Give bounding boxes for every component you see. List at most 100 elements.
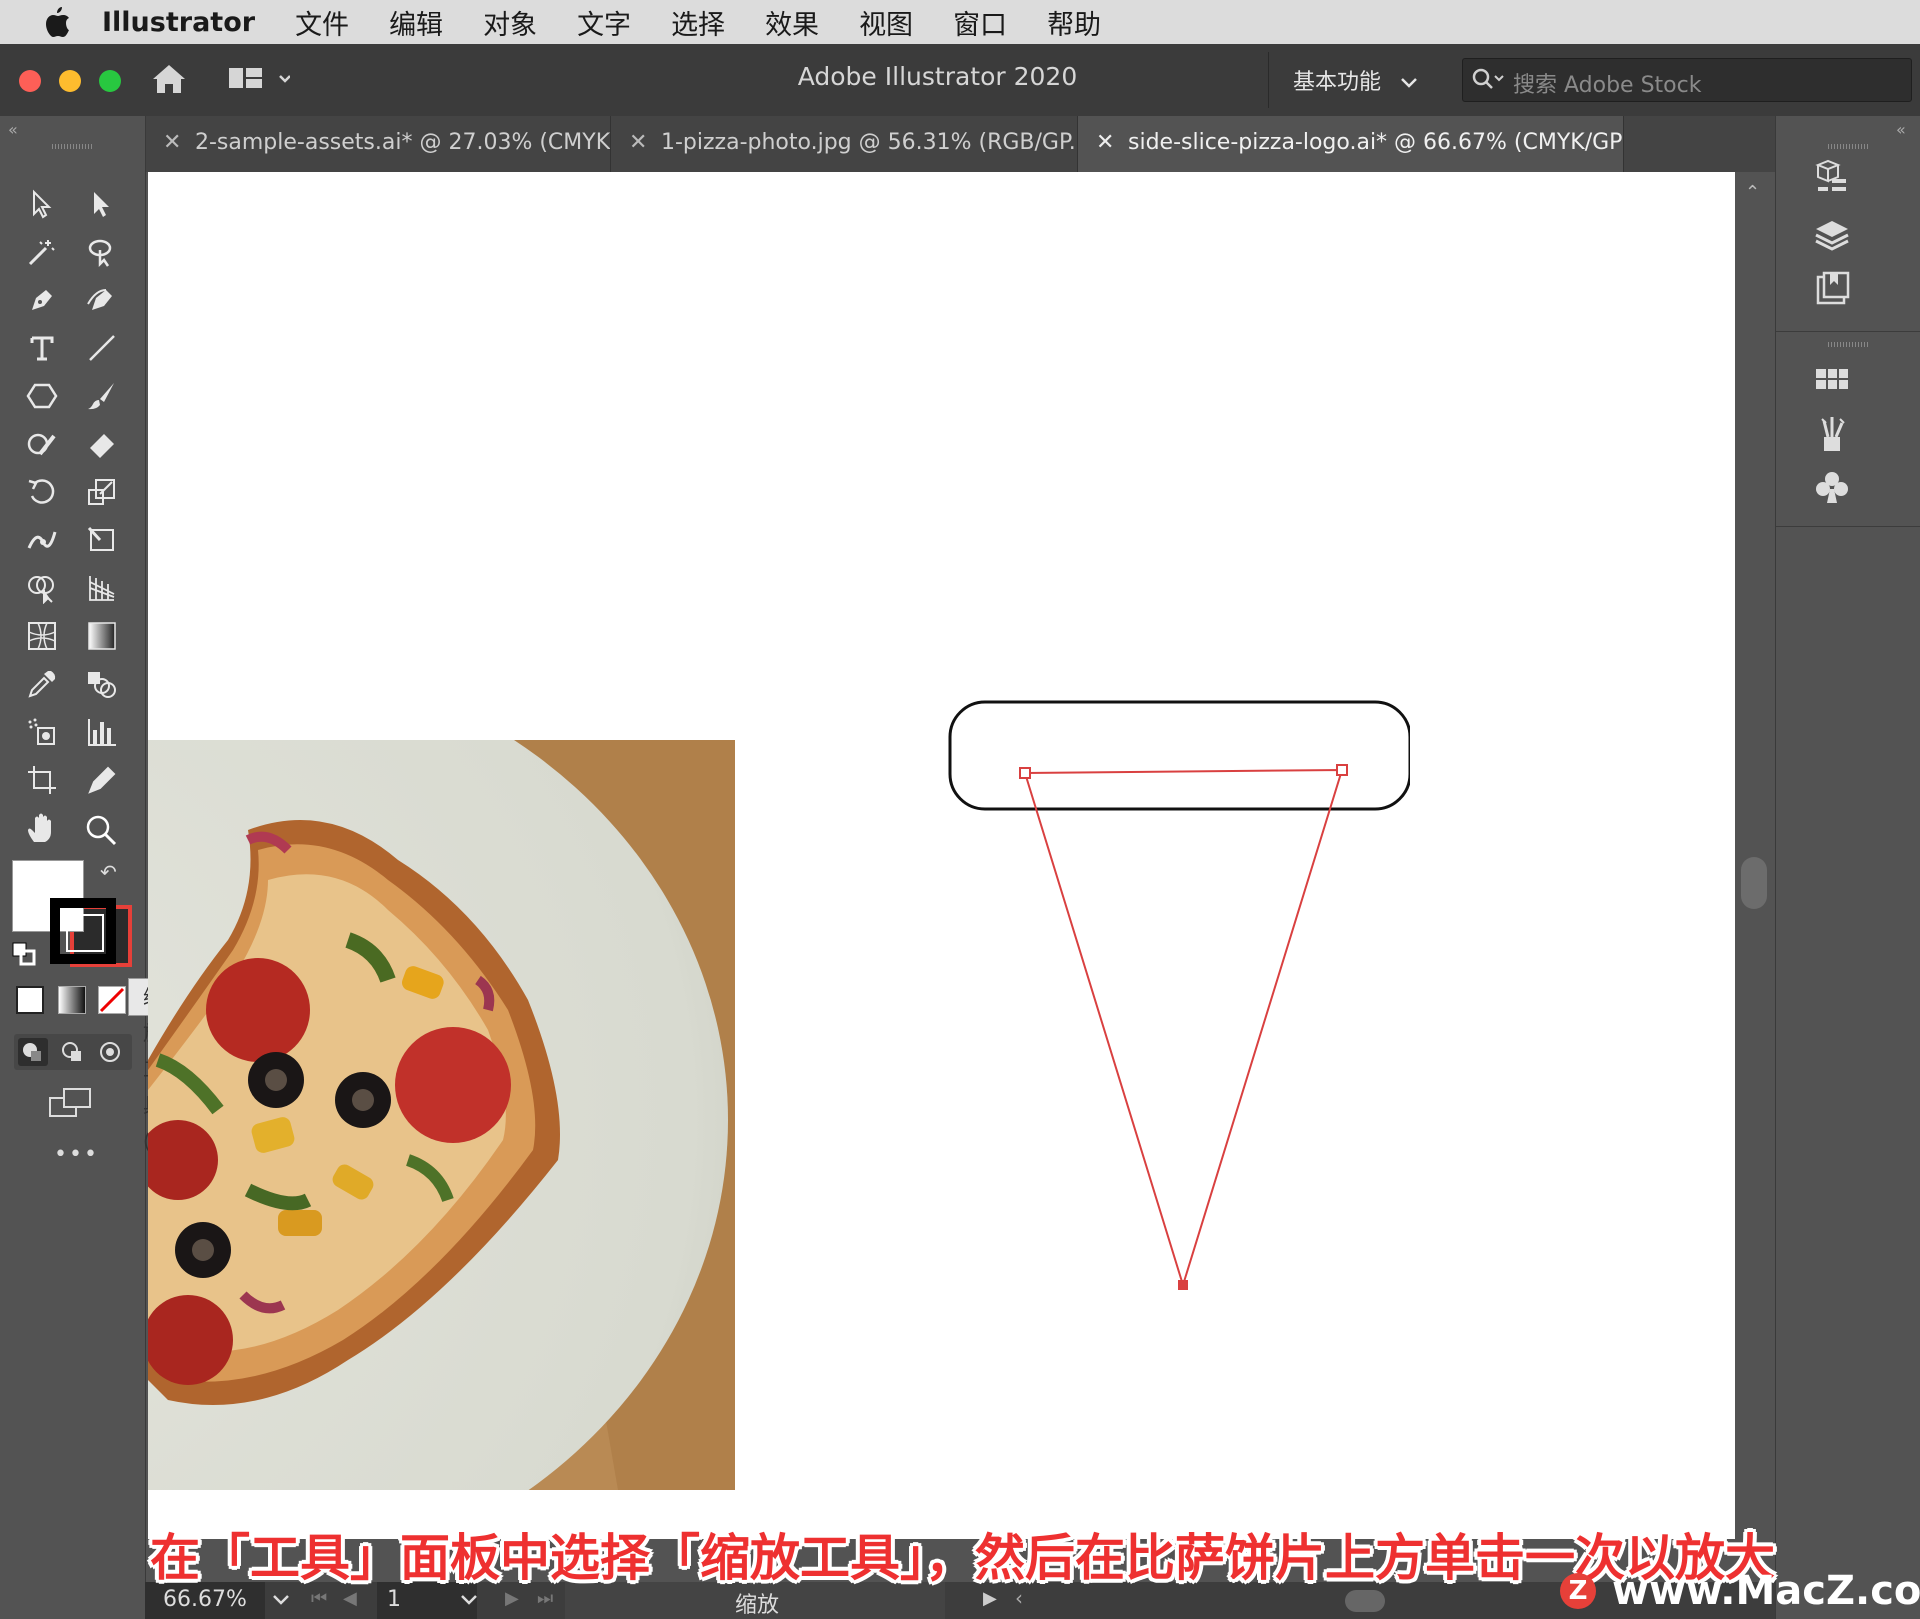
tab-label: side-slice-pizza-logo.ai* @ 66.67% (CMYK… [1128,130,1623,155]
pizza-photo[interactable] [148,740,735,1490]
vertical-scrollbar[interactable]: ⌃ [1735,172,1775,1539]
direct-selection-tool-icon[interactable] [80,182,124,226]
close-tab-icon[interactable]: ✕ [629,116,647,170]
menu-view[interactable]: 视图 [859,3,913,42]
tab-sample-assets[interactable]: ✕ 2-sample-assets.ai* @ 27.03% (CMYK... [145,116,611,172]
arrange-documents-icon[interactable] [228,64,291,98]
zoom-dropdown-icon[interactable] [269,1587,293,1617]
last-artboard-icon[interactable]: ⏭ [537,1588,553,1609]
line-segment-tool-icon[interactable] [80,326,124,370]
close-tab-icon[interactable]: ✕ [163,116,181,170]
gradient-mode-icon[interactable] [58,986,86,1014]
status-menu-icon[interactable]: ▶ [983,1588,997,1609]
panel-grip[interactable] [52,144,92,149]
first-artboard-icon[interactable]: ⏮ [311,1588,327,1609]
pen-tool-icon[interactable] [20,278,64,322]
type-tool-icon[interactable] [20,326,64,370]
menu-effect[interactable]: 效果 [765,3,819,42]
lasso-tool-icon[interactable] [80,230,124,274]
width-tool-icon[interactable] [20,518,64,562]
menu-select[interactable]: 选择 [671,3,725,42]
symbol-sprayer-tool-icon[interactable] [20,710,64,754]
minimize-window-button[interactable] [59,70,81,92]
zoom-value: 66.67% [163,1587,247,1612]
menu-help[interactable]: 帮助 [1047,3,1101,42]
perspective-grid-tool-icon[interactable] [80,566,124,610]
rotate-tool-icon[interactable] [20,470,64,514]
slice-triangle-path [1023,768,1344,1289]
anchor-point [1336,764,1348,776]
panel-grip[interactable] [1828,144,1868,149]
stroke-swatch[interactable] [50,898,116,964]
artboard-dropdown-icon[interactable] [457,1587,481,1617]
workspace-switcher[interactable]: 基本功能 [1293,64,1418,96]
tab-pizza-logo[interactable]: ✕ side-slice-pizza-logo.ai* @ 66.67% (CMY… [1078,116,1624,172]
draw-inside-icon[interactable] [96,1038,126,1070]
artboard-tool-icon[interactable] [20,758,64,802]
shaper-tool-icon[interactable] [20,422,64,466]
blend-tool-icon[interactable] [80,662,124,706]
swap-fill-stroke-icon[interactable]: ↶ [100,860,117,884]
polygon-tool-icon[interactable] [20,374,64,418]
scroll-up-icon[interactable]: ⌃ [1745,182,1760,203]
edit-toolbar-button[interactable]: ••• [54,1142,99,1167]
tab-pizza-photo[interactable]: ✕ 1-pizza-photo.jpg @ 56.31% (RGB/GP... [611,116,1078,172]
eyedropper-tool-icon[interactable] [20,662,64,706]
menu-edit[interactable]: 编辑 [389,3,443,42]
horizontal-scroll-thumb[interactable] [1345,1590,1385,1612]
stock-search-input[interactable]: 搜索 Adobe Stock [1462,58,1912,102]
swatches-icon[interactable] [1809,356,1855,402]
default-fill-stroke-icon[interactable] [12,942,36,970]
menu-window[interactable]: 窗口 [953,3,1007,42]
app-menu[interactable]: Illustrator [102,7,255,38]
gradient-tool-icon[interactable] [80,614,124,658]
chevron-down-icon [1400,70,1418,95]
artboard-number: 1 [387,1587,401,1612]
menu-file[interactable]: 文件 [295,3,349,42]
column-graph-tool-icon[interactable] [80,710,124,754]
previous-artboard-icon[interactable]: ◀ [343,1588,357,1609]
title-bar: Adobe Illustrator 2020 基本功能 搜索 Adobe Sto… [0,44,1920,117]
brushes-icon[interactable] [1809,410,1855,456]
zoom-window-button[interactable] [99,70,121,92]
layers-icon[interactable] [1809,212,1855,258]
pizza-slice-logo[interactable] [940,695,1412,1299]
current-tool-label: 缩放 [735,1593,780,1618]
draw-normal-icon[interactable] [18,1038,48,1066]
divider [1776,331,1920,332]
slice-tool-icon[interactable] [80,758,124,802]
scroll-thumb[interactable] [1741,857,1767,909]
next-artboard-icon[interactable]: ▶ [505,1588,519,1609]
tab-label: 1-pizza-photo.jpg @ 56.31% (RGB/GP... [661,130,1078,155]
shape-builder-tool-icon[interactable] [20,566,64,610]
none-mode-icon[interactable] [98,986,126,1014]
collapse-panel-icon[interactable]: « [8,120,18,139]
hand-tool-icon[interactable] [20,806,64,850]
apple-icon[interactable] [42,5,72,39]
draw-behind-icon[interactable] [58,1038,88,1070]
magic-wand-tool-icon[interactable] [20,230,64,274]
color-mode-icon[interactable] [16,986,44,1014]
symbols-icon[interactable] [1809,464,1855,510]
anchor-point [1019,767,1031,779]
menu-type[interactable]: 文字 [577,3,631,42]
selection-tool-icon[interactable] [20,182,64,226]
search-placeholder: 搜索 Adobe Stock [1513,73,1702,98]
zoom-tool-icon[interactable] [79,808,123,852]
collapse-panel-icon[interactable]: « [1896,120,1906,139]
panel-grip[interactable] [1828,342,1868,347]
mesh-tool-icon[interactable] [20,614,64,658]
close-tab-icon[interactable]: ✕ [1096,116,1114,170]
home-icon[interactable] [150,62,188,100]
scale-tool-icon[interactable] [80,470,124,514]
eraser-tool-icon[interactable] [80,422,124,466]
screen-mode-icon[interactable] [48,1086,94,1124]
free-transform-tool-icon[interactable] [80,518,124,562]
properties-icon[interactable] [1809,156,1855,202]
menu-object[interactable]: 对象 [483,3,537,42]
libraries-icon[interactable] [1809,266,1855,312]
paintbrush-tool-icon[interactable] [80,374,124,418]
window-title: Adobe Illustrator 2020 [797,62,1078,91]
close-window-button[interactable] [19,70,41,92]
curvature-tool-icon[interactable] [80,278,124,322]
